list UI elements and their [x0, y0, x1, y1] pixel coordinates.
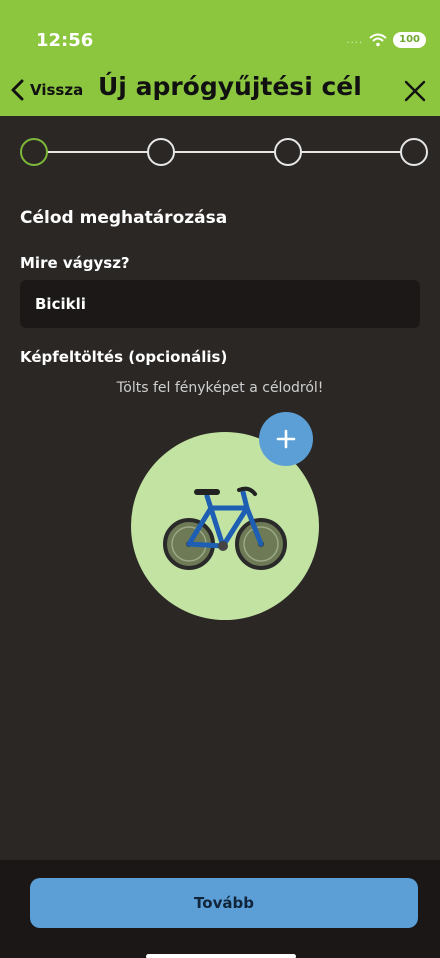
back-button[interactable]: Vissza	[10, 74, 83, 106]
close-button[interactable]	[402, 78, 428, 104]
upload-hint: Tölts fel fényképet a célodról!	[116, 380, 324, 396]
chevron-left-icon	[11, 79, 24, 101]
step-4	[400, 138, 428, 166]
step-3	[274, 138, 302, 166]
goal-input[interactable]	[20, 280, 420, 328]
navigation-bar: Vissza Új aprógyűjtési cél	[0, 70, 440, 110]
goal-label: Mire vágysz?	[20, 254, 130, 272]
battery-indicator: 100	[393, 32, 426, 48]
status-indicators: .... 100	[346, 30, 426, 50]
section-title: Célod meghatározása	[20, 208, 228, 228]
footer-bar: Tovább	[0, 860, 440, 958]
step-1	[20, 138, 48, 166]
close-icon	[404, 80, 426, 102]
upload-label: Képfeltöltés (opcionális)	[20, 348, 228, 366]
step-2	[147, 138, 175, 166]
status-bar: 12:56 .... 100	[0, 0, 440, 70]
wifi-icon	[369, 33, 387, 47]
add-photo-button[interactable]	[259, 412, 313, 466]
plus-icon	[276, 429, 296, 449]
back-label: Vissza	[30, 81, 84, 99]
page-title: Új aprógyűjtési cél	[98, 72, 362, 101]
stepper-line	[34, 151, 416, 153]
signal-icon: ....	[346, 34, 364, 46]
status-time: 12:56	[36, 30, 94, 51]
app-header: 12:56 .... 100 Vissza Új aprógyűjtési cé…	[0, 0, 440, 116]
progress-stepper	[20, 136, 430, 168]
bicycle-icon	[163, 486, 287, 570]
home-indicator	[146, 954, 296, 958]
next-button[interactable]: Tovább	[30, 878, 418, 928]
